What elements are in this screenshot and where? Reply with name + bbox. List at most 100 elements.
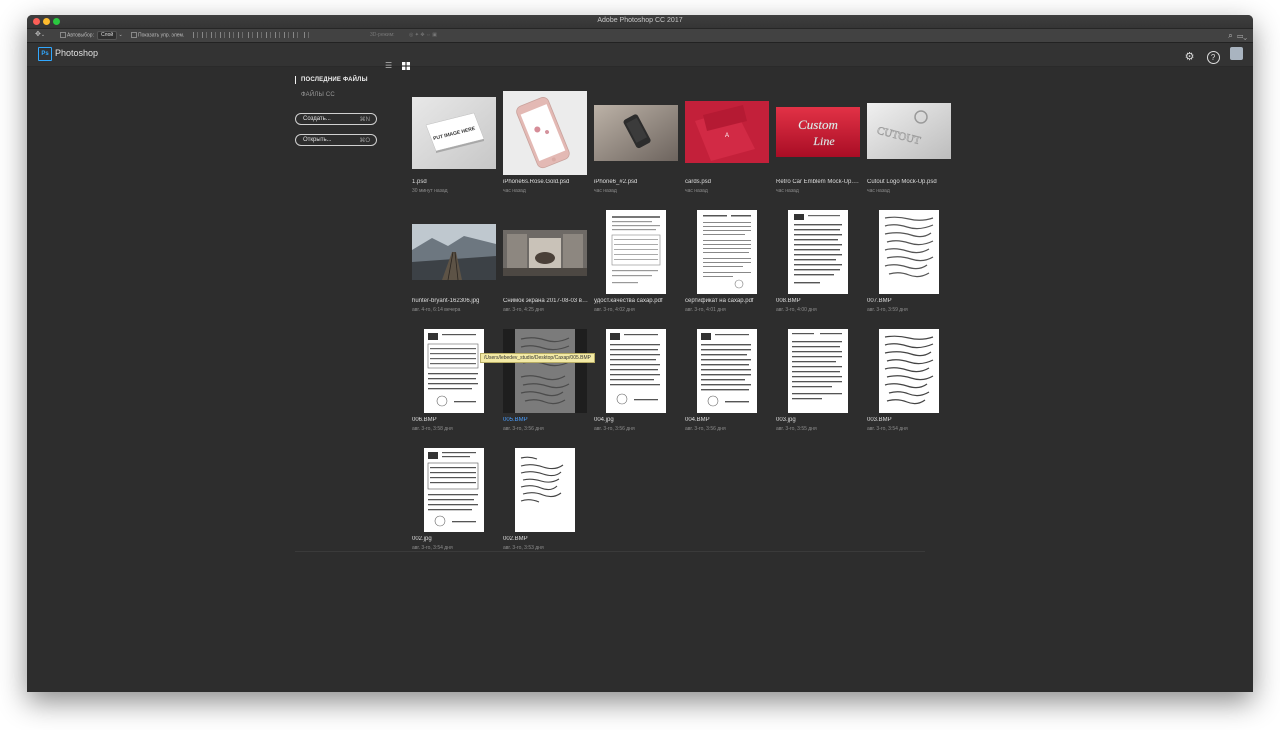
- file-thumbnail: [503, 329, 587, 413]
- file-date: авг. 3-го, 3:56 дня: [503, 426, 544, 432]
- create-button-label: Создать...: [303, 116, 331, 122]
- file-date: час назад: [867, 188, 890, 194]
- show-controls-label: Показать упр. элем.: [138, 32, 185, 39]
- file-tile[interactable]: 006.BMP авг. 3-го, 3:58 дня: [412, 329, 496, 439]
- nav-recent-files[interactable]: ПОСЛЕДНИЕ ФАЙЛЫ: [295, 76, 368, 84]
- grid-view-icon[interactable]: [402, 62, 410, 70]
- svg-text:A: A: [725, 133, 729, 139]
- autoselect-checkbox[interactable]: Автовыбор:: [60, 32, 94, 39]
- nav-cc-files[interactable]: ФАЙЛЫ CC: [295, 92, 335, 98]
- open-button[interactable]: Открыть... ⌘O: [295, 134, 377, 146]
- app-bar-actions: ⚙ ?: [1177, 47, 1243, 65]
- file-path-tooltip: /Users/lebedev_studio/Desktop/Сахар/005.…: [480, 353, 596, 363]
- file-tile[interactable]: A cards.psd час назад: [685, 91, 769, 201]
- distribute-icon[interactable]: [257, 32, 263, 38]
- file-tile-selected[interactable]: 005.BMP авг. 3-го, 3:56 дня: [503, 329, 587, 439]
- options-right-icons: ⌕ ▭⌄: [1228, 31, 1247, 41]
- file-name: iPhone6s.Rose.Gold.psd: [503, 179, 570, 185]
- file-tile[interactable]: удост.качества сахар.pdf авг. 3-го, 4:02…: [594, 210, 678, 320]
- align-icon[interactable]: [211, 32, 216, 38]
- file-name: 006.BMP: [412, 417, 437, 423]
- align-icon[interactable]: [202, 32, 207, 38]
- file-name: 007.BMP: [867, 298, 892, 304]
- file-thumbnail: [594, 329, 678, 413]
- create-button[interactable]: Создать... ⌘N: [295, 113, 377, 125]
- show-controls-checkbox[interactable]: Показать упр. элем.: [131, 32, 184, 39]
- file-tile[interactable]: PUT IMAGE HERE 1.psd 30 минут назад: [412, 91, 496, 201]
- 3d-tools-icon: ◎ ✦ ✥ ⇔ ▣: [409, 32, 438, 38]
- align-icon[interactable]: [238, 32, 243, 38]
- distribute-icon[interactable]: [248, 32, 254, 38]
- file-tile[interactable]: Снимок экрана 2017-08-03 в 4.25.png авг.…: [503, 210, 589, 320]
- file-tile[interactable]: 003.BMP авг. 3-го, 3:54 дня: [867, 329, 951, 439]
- file-date: авг. 3-го, 4:02 дня: [594, 307, 635, 313]
- help-icon[interactable]: ?: [1206, 51, 1220, 64]
- open-shortcut: ⌘O: [359, 138, 370, 144]
- file-thumbnail: [503, 448, 587, 532]
- file-thumbnail: [594, 210, 678, 294]
- photoshop-logo-icon: Ps: [38, 47, 52, 61]
- file-date: час назад: [594, 188, 617, 194]
- file-name: 003.jpg: [776, 417, 796, 423]
- file-thumbnail: [594, 91, 678, 175]
- align-icon[interactable]: [229, 32, 234, 38]
- file-date: авг. 3-го, 3:56 дня: [685, 426, 726, 432]
- file-thumbnail: Custom Line: [776, 91, 860, 175]
- file-name: сертификат на сахар.pdf: [685, 298, 754, 304]
- file-name: cards.psd: [685, 179, 712, 185]
- file-thumbnail: [685, 210, 769, 294]
- file-thumbnail: [503, 91, 587, 175]
- list-view-icon[interactable]: ☰: [385, 62, 393, 70]
- file-tile[interactable]: 003.jpg авг. 3-го, 3:55 дня: [776, 329, 860, 439]
- align-distribute-icons[interactable]: [193, 32, 313, 39]
- workspace-icon[interactable]: ▭⌄: [1237, 31, 1247, 40]
- title-bar: Adobe Photoshop CC 2017: [27, 15, 1253, 29]
- file-tile[interactable]: сертификат на сахар.pdf авг. 3-го, 4:01 …: [685, 210, 769, 320]
- file-name: hunter-bryant-162306.jpg: [412, 298, 480, 304]
- distribute-icon[interactable]: [266, 32, 272, 38]
- options-bar: ✥⌄ Автовыбор: Слой ⌄ Показать упр. элем.…: [27, 29, 1253, 43]
- avatar[interactable]: [1230, 47, 1243, 60]
- align-icon[interactable]: [193, 32, 198, 38]
- distribute-icon[interactable]: [275, 32, 281, 38]
- file-thumbnail: [503, 210, 587, 294]
- file-tile[interactable]: iPhone6s.Rose.Gold.psd час назад: [503, 91, 587, 201]
- auto-align-icon[interactable]: [303, 32, 309, 38]
- file-thumbnail: [867, 329, 951, 413]
- autoselect-dropdown[interactable]: Слой ⌄: [97, 31, 123, 40]
- move-tool-icon[interactable]: ✥⌄: [35, 31, 45, 39]
- file-date: час назад: [776, 188, 799, 194]
- file-date: авг. 3-го, 4:25 дня: [503, 307, 544, 313]
- file-thumbnail: [776, 210, 860, 294]
- file-date: авг. 3-го, 3:55 дня: [776, 426, 817, 432]
- file-date: 30 минут назад: [412, 188, 448, 194]
- open-button-label: Открыть...: [303, 137, 332, 143]
- file-tile[interactable]: 004.jpg авг. 3-го, 3:56 дня: [594, 329, 678, 439]
- distribute-icon[interactable]: [284, 32, 290, 38]
- file-name: 002.jpg: [412, 536, 432, 542]
- file-tile[interactable]: 002.BMP авг. 3-го, 3:53 дня: [503, 448, 587, 558]
- file-name: 002.BMP: [503, 536, 528, 542]
- file-name: iPhone6_#2.psd: [594, 179, 638, 185]
- gear-icon[interactable]: ⚙: [1183, 51, 1196, 64]
- file-tile[interactable]: 007.BMP авг. 3-го, 3:59 дня: [867, 210, 951, 320]
- file-name: 003.BMP: [867, 417, 892, 423]
- file-date: час назад: [685, 188, 708, 194]
- file-tile[interactable]: 002.jpg авг. 3-го, 3:54 дня: [412, 448, 496, 558]
- file-thumbnail: [776, 329, 860, 413]
- autoselect-label: Автовыбор:: [67, 32, 94, 39]
- file-thumbnail: [412, 210, 496, 294]
- file-tile[interactable]: 008.BMP авг. 3-го, 4:00 дня: [776, 210, 860, 320]
- file-date: час назад: [503, 188, 526, 194]
- svg-text:Line: Line: [812, 134, 835, 148]
- file-date: авг. 4-го, 6:14 вечера: [412, 307, 461, 313]
- file-tile[interactable]: Custom Line Retro Car Emblem Mock-Up.psd…: [776, 91, 862, 201]
- search-icon[interactable]: ⌕: [1228, 31, 1232, 40]
- file-tile[interactable]: iPhone6_#2.psd час назад: [594, 91, 678, 201]
- file-tile[interactable]: 004.BMP авг. 3-го, 3:56 дня: [685, 329, 769, 439]
- align-icon[interactable]: [220, 32, 225, 38]
- distribute-icon[interactable]: [293, 32, 299, 38]
- file-thumbnail: [412, 448, 496, 532]
- file-tile[interactable]: CUTOUT Cutout Logo Mock-Up.psd час назад: [867, 91, 951, 201]
- file-tile[interactable]: hunter-bryant-162306.jpg авг. 4-го, 6:14…: [412, 210, 496, 320]
